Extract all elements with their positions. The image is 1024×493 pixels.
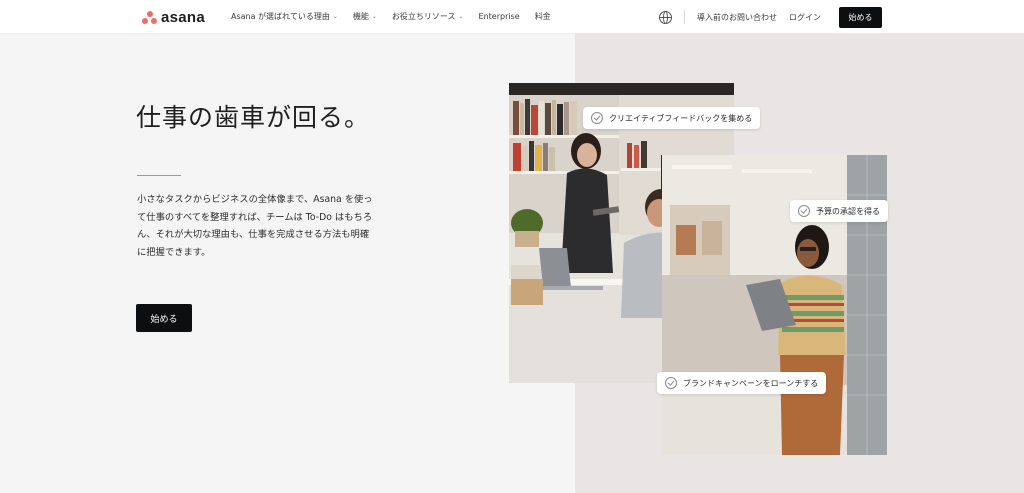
check-circle-icon (591, 112, 603, 124)
nav-item-label: 料金 (534, 12, 551, 21)
hero-start-button[interactable]: 始める (136, 304, 192, 332)
nav-item-label: お役立ちリソース (391, 12, 456, 21)
nav-item-label: Asana が選ばれている理由 (231, 12, 330, 21)
globe-icon[interactable] (659, 10, 672, 24)
chevron-down-icon: ⌄ (332, 13, 338, 20)
task-chip-budget-approval: 予算の承認を得る (790, 200, 888, 222)
nav-item-enterprise[interactable]: Enterprise (479, 12, 520, 21)
task-chip-label: 予算の承認を得る (816, 206, 880, 216)
task-chip-brand-campaign: ブランドキャンペーンをローンチする (657, 372, 827, 394)
login-link[interactable]: ログイン (789, 12, 821, 23)
hero-title: 仕事の歯車が回る。 (136, 103, 371, 132)
header-actions: 導入前のお問い合わせ ログイン 始める (659, 6, 882, 28)
task-chip-creative-feedback: クリエイティブフィードバックを集める (583, 107, 761, 129)
hero-divider (137, 175, 181, 176)
logo-text: asana (161, 9, 206, 26)
hero-description: 小さなタスクからビジネスの全体像まで、Asana を使って仕事のすべてを整理すれ… (137, 194, 373, 258)
main-nav: Asana が選ばれている理由 ⌄ 機能 ⌄ お役立ちリソース ⌄ Enterp… (231, 0, 551, 33)
chevron-down-icon: ⌄ (458, 13, 464, 20)
nav-item-label: 機能 (352, 12, 369, 21)
task-chip-label: クリエイティブフィードバックを集める (609, 113, 753, 123)
nav-item-pricing[interactable]: 料金 (535, 11, 551, 22)
nav-item-features[interactable]: 機能 ⌄ (353, 11, 377, 22)
header-start-button[interactable]: 始める (839, 6, 882, 28)
check-circle-icon (798, 205, 810, 217)
asana-logo-icon (142, 11, 157, 24)
chevron-down-icon: ⌄ (371, 13, 377, 20)
nav-item-resources[interactable]: お役立ちリソース ⌄ (392, 11, 464, 22)
nav-item-why-asana[interactable]: Asana が選ばれている理由 ⌄ (231, 11, 338, 22)
check-circle-icon (665, 377, 677, 389)
asana-logo[interactable]: asana (142, 9, 205, 26)
top-navigation-bar: asana Asana が選ばれている理由 ⌄ 機能 ⌄ お役立ちリソース ⌄ … (0, 0, 1024, 34)
nav-item-label: Enterprise (478, 12, 520, 21)
contact-sales-link[interactable]: 導入前のお問い合わせ (697, 12, 777, 23)
header-divider (684, 10, 685, 24)
task-chip-label: ブランドキャンペーンをローンチする (683, 378, 819, 388)
